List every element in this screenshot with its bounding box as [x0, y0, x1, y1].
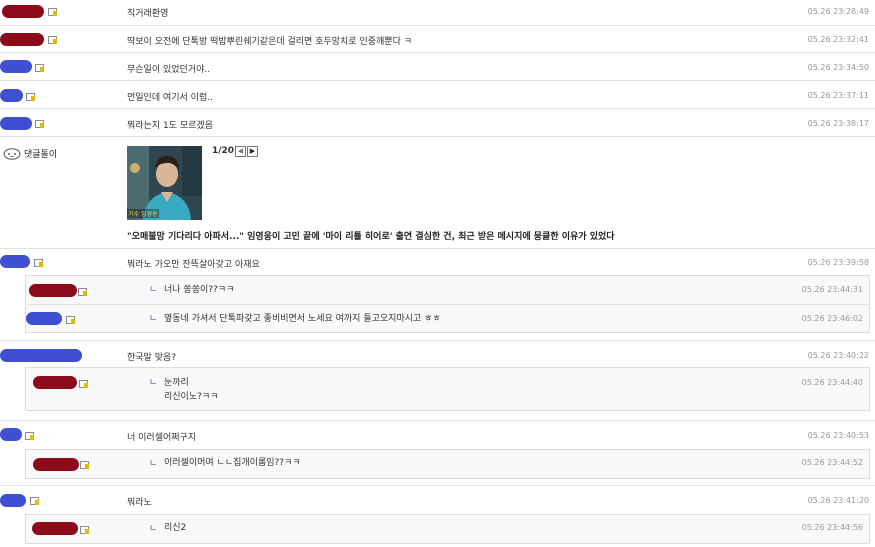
comment-time: 05.26 23:39:58: [807, 258, 869, 267]
comment-row: 한국말 맞음? 05.26 23:40:22: [0, 341, 875, 367]
comment-row: 뭐라노 가오만 잔뜩살아갖고 아재요 05.26 23:39:58: [0, 248, 875, 274]
news-thumbnail[interactable]: 가수 임영웅: [127, 146, 202, 220]
member-level-icon: [26, 93, 35, 101]
nickname-redacted[interactable]: [26, 312, 62, 325]
comment-time: 05.26 23:41:20: [807, 496, 869, 505]
reply-row: ㄴ 리신2 05.26 23:44:56: [26, 515, 869, 543]
reply-row: ㄴ 너나 쏭쏭이??ㅋㅋ 05.26 23:44:31: [26, 276, 869, 305]
chevron-right-icon: ▶: [249, 147, 256, 155]
nickname-redacted[interactable]: [0, 494, 26, 507]
comment-text: 한국말 맞음?: [127, 353, 177, 363]
prev-button[interactable]: ◀: [235, 146, 246, 157]
news-pager: 1/20: [212, 146, 234, 156]
comment-text: 직거래환영: [127, 9, 169, 19]
member-level-icon: [35, 64, 44, 72]
nickname-redacted[interactable]: [0, 33, 44, 46]
comment-row: 무슨일이 있었던거야.. 05.26 23:34:50: [0, 52, 875, 81]
reply-arrow-icon: ㄴ: [149, 459, 158, 469]
comment-row: 뭐라는지 1도 모르겠음 05.26 23:38:17: [0, 108, 875, 137]
comment-text: 뭐라는지 1도 모르겠음: [127, 121, 213, 131]
reply-text-line: 리신이노?ㅋㅋ: [164, 392, 219, 402]
comment-text: 뭐라노: [127, 498, 152, 508]
nickname-redacted[interactable]: [0, 255, 30, 268]
reply-box: ㄴ 눈까리 리신이노?ㅋㅋ 05.26 23:44:40: [25, 367, 870, 411]
reply-box: ㄴ 이러셀이머여 ㄴㄴ집개이롬임??ㅋㅋ 05.26 23:44:52: [25, 449, 870, 479]
next-button[interactable]: ▶: [247, 146, 258, 157]
comment-row: 뭐라노 05.26 23:41:20: [0, 486, 875, 514]
nickname-redacted[interactable]: [2, 5, 44, 18]
bot-name: 댓글돌이: [24, 150, 58, 160]
reply-text: 너나 쏭쏭이??ㅋㅋ: [164, 285, 235, 295]
reply-row: ㄴ 옆동네 가셔서 단톡파갖고 좋비비면서 노세요 여까지 들고오지마시고 ㅎㅎ…: [26, 305, 869, 333]
reply-row: ㄴ 눈까리 리신이노?ㅋㅋ 05.26 23:44:40: [26, 368, 869, 410]
comment-time: 05.26 23:40:53: [807, 431, 869, 440]
nickname-redacted[interactable]: [33, 458, 79, 471]
thread-divider: [0, 333, 875, 341]
member-level-icon: [80, 526, 89, 534]
member-level-icon: [79, 380, 88, 388]
chevron-left-icon: ◀: [237, 147, 244, 155]
reply-text: 옆동네 가셔서 단톡파갖고 좋비비면서 노세요 여까지 들고오지마시고 ㅎㅎ: [164, 314, 441, 324]
reply-arrow-icon: ㄴ: [149, 524, 158, 534]
member-level-icon: [48, 36, 57, 44]
reply-row: ㄴ 이러셀이머여 ㄴㄴ집개이롬임??ㅋㅋ 05.26 23:44:52: [26, 450, 869, 478]
comment-text: 너 이러셀어쩌구지: [127, 433, 197, 443]
comment-time: 05.26 23:34:50: [807, 63, 869, 72]
nickname-redacted[interactable]: [0, 60, 32, 73]
reply-text-line: 눈까리: [164, 378, 189, 388]
bot-face-icon: [3, 148, 21, 160]
comment-time: 05.26 23:28:49: [807, 7, 869, 16]
reply-time: 05.26 23:44:40: [801, 378, 863, 387]
comment-row: 딱보이 오전에 단톡방 떡밥뿌린쉐기같은데 걸리면 호두망치로 인중깨뿐다 ㅋ …: [0, 25, 875, 53]
reply-text: 이러셀이머여 ㄴㄴ집개이롬임??ㅋㅋ: [164, 458, 301, 468]
thread-divider: [0, 411, 875, 421]
member-level-icon: [48, 8, 57, 16]
reply-arrow-icon: ㄴ: [149, 314, 158, 324]
reply-time: 05.26 23:44:56: [801, 523, 863, 532]
comment-text: 무슨일이 있었던거야..: [127, 65, 211, 75]
nickname-redacted[interactable]: [0, 349, 82, 362]
comment-text: 딱보이 오전에 단톡방 떡밥뿌린쉐기같은데 걸리면 호두망치로 인중깨뿐다 ㅋ: [127, 37, 412, 47]
comment-row: 너 이러셀어쩌구지 05.26 23:40:53: [0, 421, 875, 449]
thread-divider: [0, 479, 875, 486]
comment-time: 05.26 23:37:11: [807, 91, 869, 100]
thumbnail-caption: 가수 임영웅: [127, 209, 159, 218]
member-level-icon: [80, 461, 89, 469]
member-level-icon: [30, 497, 39, 505]
member-level-icon: [35, 120, 44, 128]
comment-text: 먼일인데 여기서 이럼..: [127, 93, 213, 103]
comment-row: 직거래환영 05.26 23:28:49: [0, 0, 875, 26]
pager-count: 1/20: [212, 146, 235, 156]
comment-text: 뭐라노 가오만 잔뜩살아갖고 아재요: [127, 260, 260, 270]
reply-time: 05.26 23:46:02: [801, 314, 863, 323]
comment-row: 먼일인데 여기서 이럼.. 05.26 23:37:11: [0, 80, 875, 109]
comment-time: 05.26 23:38:17: [807, 119, 869, 128]
comment-time: 05.26 23:40:22: [807, 351, 869, 360]
member-level-icon: [66, 316, 75, 324]
reply-time: 05.26 23:44:31: [801, 285, 863, 294]
reply-arrow-icon: ㄴ: [149, 285, 158, 295]
member-level-icon: [78, 288, 87, 296]
nickname-redacted[interactable]: [32, 522, 78, 535]
nickname-redacted[interactable]: [0, 428, 22, 441]
reply-text: 리신2: [164, 523, 187, 533]
comment-time: 05.26 23:32:41: [807, 35, 869, 44]
reply-box: ㄴ 리신2 05.26 23:44:56: [25, 514, 870, 544]
reply-arrow-icon: ㄴ: [149, 378, 158, 388]
nickname-redacted[interactable]: [0, 89, 23, 102]
nickname-redacted[interactable]: [29, 284, 77, 297]
nickname-redacted[interactable]: [33, 376, 77, 389]
member-level-icon: [25, 432, 34, 440]
member-level-icon: [34, 259, 43, 267]
nickname-redacted[interactable]: [0, 117, 32, 130]
reply-time: 05.26 23:44:52: [801, 458, 863, 467]
reply-box: ㄴ 너나 쏭쏭이??ㅋㅋ 05.26 23:44:31 ㄴ 옆동네 가셔서 단톡…: [25, 275, 870, 333]
news-headline-link[interactable]: "오매불망 기다리다 아파서..." 임영웅이 고민 끝에 '마이 리틀 히어로…: [127, 229, 615, 242]
